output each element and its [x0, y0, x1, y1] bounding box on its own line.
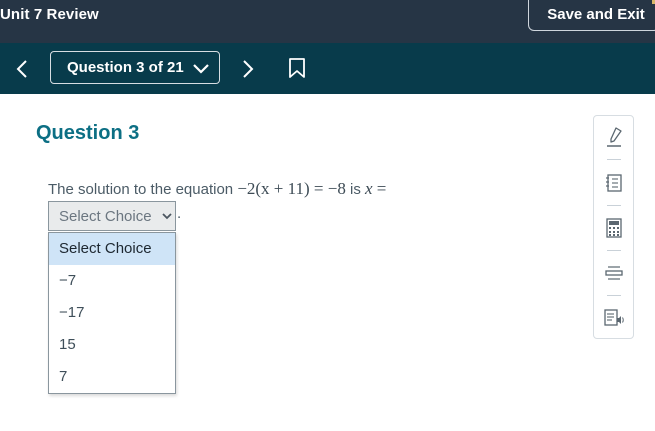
notepad-icon[interactable] — [603, 172, 625, 194]
line-reader-icon[interactable] — [603, 262, 625, 284]
assignment-title: Unit 7 Review — [0, 6, 99, 23]
answer-select-value: Select Choice — [59, 207, 152, 225]
option-item[interactable]: 15 — [49, 329, 175, 361]
chevron-down-icon — [162, 213, 172, 220]
prompt-is: is — [350, 181, 361, 198]
tools-panel — [593, 115, 634, 339]
question-nav-bar: Question 3 of 21 — [0, 43, 655, 94]
tools-divider — [607, 250, 621, 251]
sentence-period: . — [177, 205, 182, 222]
answer-options-list: Select Choice −7 −17 15 7 — [48, 232, 176, 394]
option-item[interactable]: Select Choice — [49, 233, 175, 265]
answer-variable: x — [365, 179, 373, 198]
answer-select[interactable]: Select Choice — [48, 201, 176, 231]
tools-divider — [607, 295, 621, 296]
tools-divider — [607, 159, 621, 160]
question-selector-label: Question 3 of 21 — [67, 59, 184, 76]
option-item[interactable]: 7 — [49, 361, 175, 393]
tools-divider — [607, 205, 621, 206]
calculator-icon[interactable] — [603, 217, 625, 239]
equation: −2(x + 11) = −8 — [237, 179, 346, 198]
question-prompt: The solution to the equation −2(x + 11) … — [48, 179, 386, 199]
question-heading: Question 3 — [36, 122, 140, 144]
chevron-right-icon[interactable] — [238, 57, 258, 81]
bookmark-icon[interactable] — [287, 56, 307, 80]
chevron-left-icon[interactable] — [12, 57, 32, 81]
chevron-down-icon — [193, 64, 209, 74]
highlighter-icon[interactable] — [603, 126, 625, 148]
equals-sign: = — [376, 179, 387, 198]
text-to-speech-icon[interactable] — [603, 307, 625, 329]
prompt-text: The solution to the equation — [48, 181, 234, 198]
question-selector-dropdown[interactable]: Question 3 of 21 — [50, 51, 220, 84]
option-item[interactable]: −17 — [49, 297, 175, 329]
option-item[interactable]: −7 — [49, 265, 175, 297]
save-and-exit-button[interactable]: Save and Exit — [528, 0, 655, 31]
top-bar: Unit 7 Review Save and Exit — [0, 0, 655, 43]
